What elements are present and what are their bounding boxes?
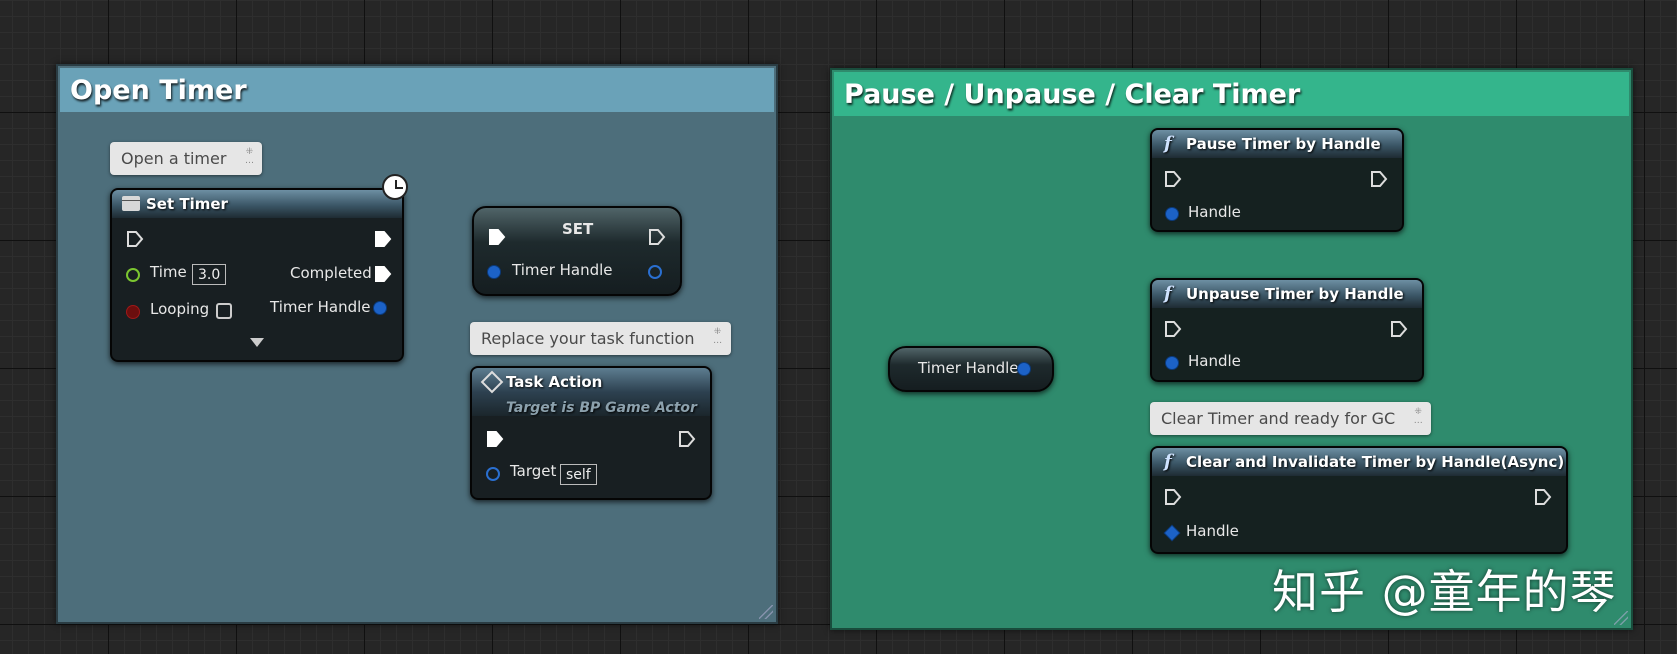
task-action-node[interactable]: Task Action Target is BP Game Actor Targ…: [470, 366, 712, 500]
time-input[interactable]: 3.0: [192, 264, 227, 285]
exec-in-pin-icon[interactable]: [1164, 488, 1182, 506]
pin-icon[interactable]: ⁜…: [242, 148, 256, 166]
task-action-header[interactable]: Task Action Target is BP Game Actor: [472, 368, 710, 416]
pause-timer-node[interactable]: f Pause Timer by Handle Handle: [1150, 128, 1404, 232]
timer-handle-out-pin-icon[interactable]: [648, 265, 662, 279]
handle-label: Handle: [1186, 522, 1239, 540]
target-label: Target: [510, 462, 557, 480]
completed-label: Completed: [290, 264, 372, 282]
pause-timer-header[interactable]: f Pause Timer by Handle: [1152, 130, 1402, 158]
clear-timer-title: Clear and Invalidate Timer by Handle(Asy…: [1186, 453, 1565, 471]
completed-exec-pin-icon[interactable]: [374, 265, 392, 283]
task-action-title: Task Action: [506, 373, 603, 391]
comment-bubble-replace-task[interactable]: Replace your task function ⁜…: [470, 322, 731, 355]
pin-icon[interactable]: ⁜…: [711, 328, 725, 346]
exec-in-pin-icon[interactable]: [488, 228, 506, 246]
timer-handle-out-label: Timer Handle: [270, 298, 371, 316]
handle-pin-icon[interactable]: [1164, 525, 1180, 541]
handle-label: Handle: [1188, 352, 1241, 370]
looping-label: Looping: [150, 300, 210, 318]
set-timer-header[interactable]: Set Timer: [112, 190, 402, 218]
function-f-icon: f: [1164, 133, 1172, 154]
exec-in-pin-icon[interactable]: [126, 230, 144, 248]
handle-pin-icon[interactable]: [1166, 208, 1178, 220]
task-action-subtitle: Target is BP Game Actor: [506, 400, 697, 416]
watermark-text: 知乎 @童年的琴: [1272, 565, 1617, 619]
bubble-text: Clear Timer and ready for GC: [1161, 409, 1396, 428]
comment-title-open-timer[interactable]: Open Timer: [60, 68, 774, 112]
looping-checkbox[interactable]: [216, 303, 232, 319]
exec-in-pin-icon[interactable]: [1164, 170, 1182, 188]
bubble-text: Replace your task function: [481, 329, 695, 348]
set-title: SET: [562, 220, 594, 238]
timer-handle-out-pin-icon[interactable]: [1018, 363, 1030, 375]
timer-handle-var-label: Timer Handle: [918, 359, 1019, 377]
clear-invalidate-timer-node[interactable]: f Clear and Invalidate Timer by Handle(A…: [1150, 446, 1568, 554]
comment-title-pause-group[interactable]: Pause / Unpause / Clear Timer: [834, 72, 1629, 116]
comment-bubble-open-timer[interactable]: Open a timer ⁜…: [110, 142, 263, 175]
unpause-timer-node[interactable]: f Unpause Timer by Handle Handle: [1150, 278, 1424, 382]
exec-out-pin-icon[interactable]: [1370, 170, 1388, 188]
exec-out-pin-icon[interactable]: [1390, 320, 1408, 338]
unpause-timer-header[interactable]: f Unpause Timer by Handle: [1152, 280, 1422, 308]
handle-pin-icon[interactable]: [1166, 357, 1178, 369]
exec-in-pin-icon[interactable]: [486, 430, 504, 448]
exec-in-pin-icon[interactable]: [1164, 320, 1182, 338]
time-pin-icon[interactable]: [126, 268, 140, 282]
resize-grip-icon[interactable]: [759, 605, 773, 619]
clock-icon: [382, 174, 408, 200]
exec-out-pin-icon[interactable]: [1534, 488, 1552, 506]
timer-handle-in-pin-icon[interactable]: [488, 266, 500, 278]
expand-arrow-icon[interactable]: [250, 338, 264, 347]
comment-bubble-clear-gc[interactable]: Clear Timer and ready for GC ⁜…: [1150, 402, 1432, 435]
target-input[interactable]: self: [560, 464, 597, 485]
diamond-icon: [480, 370, 504, 394]
bubble-text: Open a timer: [121, 149, 227, 168]
timer-handle-variable-node[interactable]: Timer Handle: [888, 346, 1054, 392]
function-f-icon: f: [1164, 451, 1172, 472]
exec-out-pin-icon[interactable]: [374, 230, 392, 248]
pause-timer-title: Pause Timer by Handle: [1186, 135, 1381, 153]
set-timer-node[interactable]: Set Timer Time 3.0 Completed Looping Tim…: [110, 188, 404, 362]
target-pin-icon[interactable]: [486, 467, 500, 481]
clear-timer-header[interactable]: f Clear and Invalidate Timer by Handle(A…: [1152, 448, 1566, 476]
handle-label: Handle: [1188, 203, 1241, 221]
pin-icon[interactable]: ⁜…: [1411, 408, 1425, 426]
looping-pin-icon[interactable]: [127, 306, 139, 318]
event-icon: [122, 196, 140, 211]
time-label: Time: [150, 263, 187, 281]
set-timer-title: Set Timer: [146, 195, 228, 213]
exec-out-pin-icon[interactable]: [648, 228, 666, 246]
exec-out-pin-icon[interactable]: [678, 430, 696, 448]
function-f-icon: f: [1164, 283, 1172, 304]
unpause-timer-title: Unpause Timer by Handle: [1186, 285, 1404, 303]
set-variable-node[interactable]: SET Timer Handle: [472, 206, 682, 296]
set-timer-handle-label: Timer Handle: [512, 261, 613, 279]
timer-handle-out-pin-icon[interactable]: [374, 302, 386, 314]
